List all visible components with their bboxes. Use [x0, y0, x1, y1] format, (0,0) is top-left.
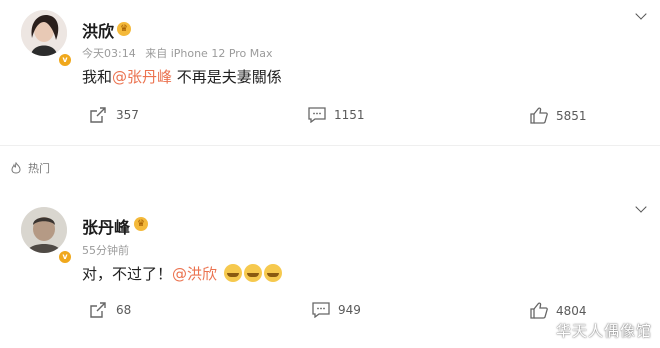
post-time: 55分钟前 — [82, 244, 129, 257]
like-button[interactable]: 4804 — [530, 302, 587, 319]
chevron-down-icon[interactable] — [635, 8, 647, 20]
post-time: 今天03:14 — [82, 47, 136, 60]
laugh-emoji-icon — [243, 264, 262, 282]
comment-count: 1151 — [334, 108, 365, 122]
laugh-emoji-icon — [223, 264, 242, 282]
comment-button[interactable]: 1151 — [308, 107, 365, 123]
avatar-image — [21, 207, 67, 253]
mention-link[interactable]: @洪欣 — [172, 265, 217, 283]
section-divider — [0, 145, 660, 146]
laugh-emoji-icon — [263, 264, 282, 282]
hot-section-header: 热门 — [10, 160, 50, 176]
crown-icon: ♛ — [134, 217, 148, 231]
weibo-post-1: v 洪欣 ♛ 今天03:14 来自 iPhone 12 Pro Max 我和@张… — [0, 0, 660, 145]
username[interactable]: 张丹峰 — [82, 214, 130, 238]
repost-icon — [90, 302, 106, 318]
post-source: 来自 iPhone 12 Pro Max — [145, 47, 273, 60]
content-text: 对，不过了！ — [82, 265, 173, 283]
hot-label: 热门 — [28, 162, 50, 175]
avatar-image — [21, 10, 67, 56]
comment-icon — [308, 107, 326, 123]
post-meta: 55分钟前 — [82, 242, 129, 258]
post-content: 对，不过了！@洪欣 — [82, 263, 282, 284]
verified-badge-icon: v — [57, 249, 73, 265]
repost-count: 68 — [116, 303, 132, 317]
like-count: 5851 — [556, 108, 587, 123]
username[interactable]: 洪欣 — [82, 18, 114, 42]
comment-button[interactable]: 949 — [312, 302, 361, 318]
repost-icon — [90, 107, 106, 123]
avatar[interactable] — [21, 10, 67, 56]
post-meta: 今天03:14 来自 iPhone 12 Pro Max — [82, 45, 273, 61]
like-icon — [530, 107, 548, 124]
comment-icon — [312, 302, 330, 318]
fire-icon — [11, 162, 21, 174]
like-icon — [530, 302, 548, 319]
repost-button[interactable]: 357 — [90, 107, 139, 123]
chevron-down-icon[interactable] — [635, 201, 647, 213]
like-button[interactable]: 5851 — [530, 107, 587, 124]
mention-link[interactable]: @张丹峰 — [112, 68, 172, 86]
content-text: 我和 — [82, 68, 113, 86]
post-content: 我和@张丹峰 不再是夫妻關係 — [82, 66, 282, 87]
crown-icon: ♛ — [117, 22, 131, 36]
repost-count: 357 — [116, 108, 139, 122]
verified-badge-icon: v — [57, 52, 73, 68]
avatar[interactable] — [21, 207, 67, 253]
content-text: 不再是夫妻關係 — [172, 68, 282, 86]
watermark: 华天人偶像馆 — [555, 322, 652, 340]
repost-button[interactable]: 68 — [90, 302, 131, 318]
like-count: 4804 — [556, 303, 587, 318]
comment-count: 949 — [338, 303, 361, 317]
